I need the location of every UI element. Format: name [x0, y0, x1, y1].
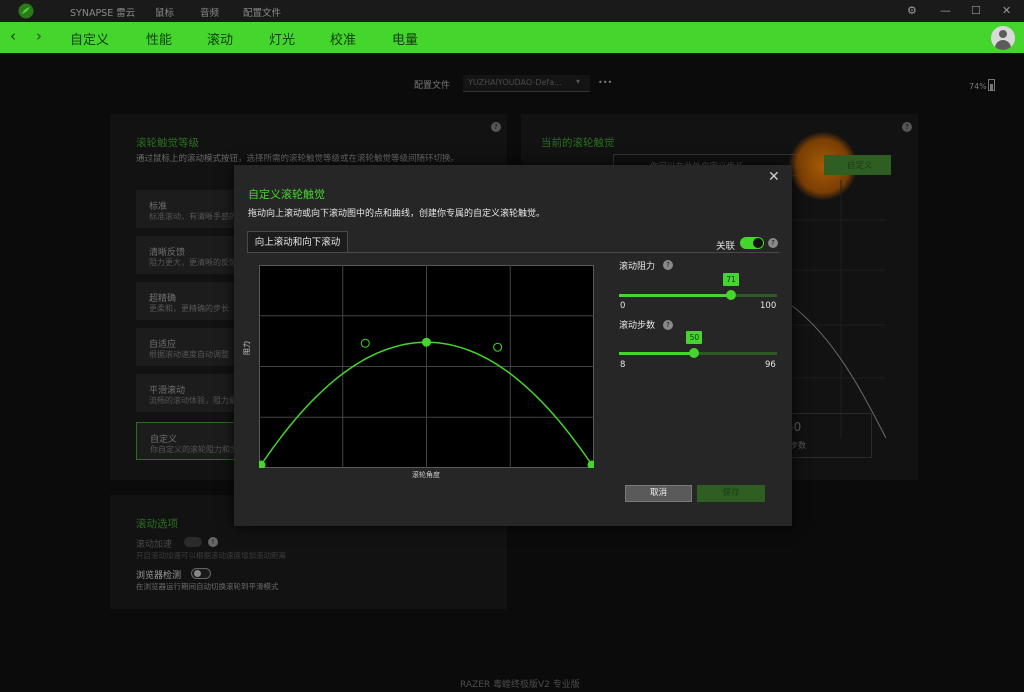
option-sub: 阻力更大，更清晰的反馈 [149, 258, 237, 267]
custom-haptic-dialog: 自定义滚轮触觉 拖动向上滚动或向下滚动图中的点和曲线，创建你专属的自定义滚轮触觉… [234, 165, 792, 526]
current-haptic-title: 当前的滚轮触觉 [541, 137, 615, 149]
dialog-description: 拖动向上滚动或向下滚动图中的点和曲线，创建你专属的自定义滚轮触觉。 [248, 209, 546, 219]
resistance-min: 0 [620, 301, 626, 311]
browser-detect-toggle[interactable] [191, 568, 211, 579]
resistance-label: 滚动阻力 [619, 262, 656, 272]
help-icon[interactable]: ? [491, 122, 501, 132]
steps-min: 8 [620, 360, 626, 370]
nav-synapse[interactable]: SYNAPSE 雷云 [70, 5, 135, 19]
tab-performance[interactable]: 性能 [146, 29, 172, 48]
back-arrow-icon[interactable]: ‹ [10, 27, 16, 45]
avatar-head [999, 30, 1007, 38]
settings-icon[interactable]: ⚙ [907, 4, 917, 17]
option-sub: 你自定义的滚轮阻力和步长 [150, 445, 246, 454]
more-options-icon[interactable]: ••• [598, 78, 612, 87]
haptic-curve-svg[interactable] [256, 265, 597, 470]
tab-scroll[interactable]: 滚动 [207, 29, 233, 48]
steps-label: 滚动步数 [619, 321, 656, 331]
maximize-icon[interactable]: ☐ [971, 4, 981, 17]
y-axis-label: 阻力 [243, 341, 251, 355]
link-toggle[interactable] [740, 237, 764, 249]
razer-logo-icon [18, 3, 34, 19]
haptic-levels-title: 滚轮触觉等级 [136, 137, 199, 149]
resistance-max: 100 [760, 301, 777, 311]
battery-percent: 74% [969, 82, 987, 91]
scroll-accel-toggle[interactable] [184, 537, 202, 547]
battery-icon [988, 79, 995, 91]
title-bar: SYNAPSE 雷云 鼠标 音频 配置文件 ⚙ — ☐ ✕ [0, 0, 1024, 22]
option-sub: 流畅的滚动体验，阻力最小 [149, 396, 245, 405]
steps-value: 50 [689, 333, 700, 342]
x-axis-label: 滚轮角度 [412, 471, 440, 479]
help-icon[interactable]: ? [663, 320, 673, 330]
slider-thumb[interactable] [689, 348, 700, 358]
nav-profiles[interactable]: 配置文件 [243, 5, 281, 19]
curve-point[interactable] [422, 337, 431, 347]
steps-label: 步数 [790, 441, 806, 450]
steps-max: 96 [765, 360, 776, 370]
chevron-down-icon: ▾ [576, 77, 581, 86]
tab-power[interactable]: 电量 [392, 29, 418, 48]
scroll-accel-label: 滚动加速 [136, 540, 173, 550]
tab-divider [247, 252, 779, 253]
tab-scroll-up-down[interactable]: 向上滚动和向下滚动 [247, 231, 348, 253]
nav-mouse[interactable]: 鼠标 [155, 5, 174, 19]
option-sub: 更柔和，更精确的步长 [149, 304, 229, 313]
scroll-options-title: 滚动选项 [136, 518, 178, 530]
avatar-body [995, 40, 1011, 50]
device-name: RAZER 毒蝰终极版V2 专业版 [460, 680, 580, 690]
minimize-icon[interactable]: — [940, 4, 951, 17]
info-icon[interactable]: ! [208, 537, 218, 547]
dialog-title: 自定义滚轮触觉 [248, 188, 325, 201]
toggle-knob [753, 238, 763, 248]
tab-calibration[interactable]: 校准 [330, 29, 356, 48]
steps-value-bubble: 50 [686, 331, 703, 344]
customize-button[interactable]: 自定义 [824, 155, 891, 175]
browser-detect-desc: 在浏览器运行期间自动切换滚轮到平滑模式 [136, 582, 279, 591]
help-icon[interactable]: ? [768, 238, 778, 248]
user-avatar[interactable] [991, 26, 1015, 50]
nav-audio[interactable]: 音频 [200, 5, 219, 19]
browser-detect-label: 浏览器检测 [136, 571, 182, 581]
help-icon[interactable]: ? [663, 260, 673, 270]
tab-lighting[interactable]: 灯光 [269, 29, 295, 48]
resistance-value: 71 [726, 275, 736, 284]
close-window-icon[interactable]: ✕ [1002, 4, 1011, 17]
main-nav-bar: ‹ › 自定义 性能 滚动 灯光 校准 电量 [0, 22, 1024, 53]
cancel-button[interactable]: 取消 [625, 485, 692, 502]
profile-label: 配置文件 [414, 81, 451, 91]
close-icon[interactable]: ✕ [768, 169, 780, 185]
link-label: 关联 [716, 241, 736, 252]
haptic-levels-desc: 通过鼠标上的滚动模式按钮，选择所需的滚轮触觉等级或在滚轮触觉等级间随环切换。 [136, 154, 460, 164]
tab-customize[interactable]: 自定义 [70, 29, 109, 48]
slider-fill [619, 294, 732, 297]
save-button[interactable]: 保存 [697, 485, 765, 502]
profile-select[interactable]: YUZHAIYOUDAO-Defa... ▾ [463, 75, 590, 92]
option-sub: 根据滚动速度自动调整 [149, 350, 229, 359]
slider-fill [619, 352, 695, 355]
slider-thumb[interactable] [726, 290, 737, 300]
forward-arrow-icon[interactable]: › [36, 27, 42, 45]
resistance-slider[interactable]: 71 [619, 273, 779, 303]
steps-slider[interactable]: 50 [619, 331, 779, 361]
scroll-accel-desc: 开启滚动加速可以根据滚动速度增加滚动距离 [136, 551, 286, 560]
profile-value: YUZHAIYOUDAO-Defa... [468, 78, 562, 87]
help-icon[interactable]: ? [902, 122, 912, 132]
haptic-curve-editor[interactable] [256, 265, 597, 470]
customize-button-label: 自定义 [847, 161, 873, 171]
resistance-value-bubble: 71 [723, 273, 740, 286]
